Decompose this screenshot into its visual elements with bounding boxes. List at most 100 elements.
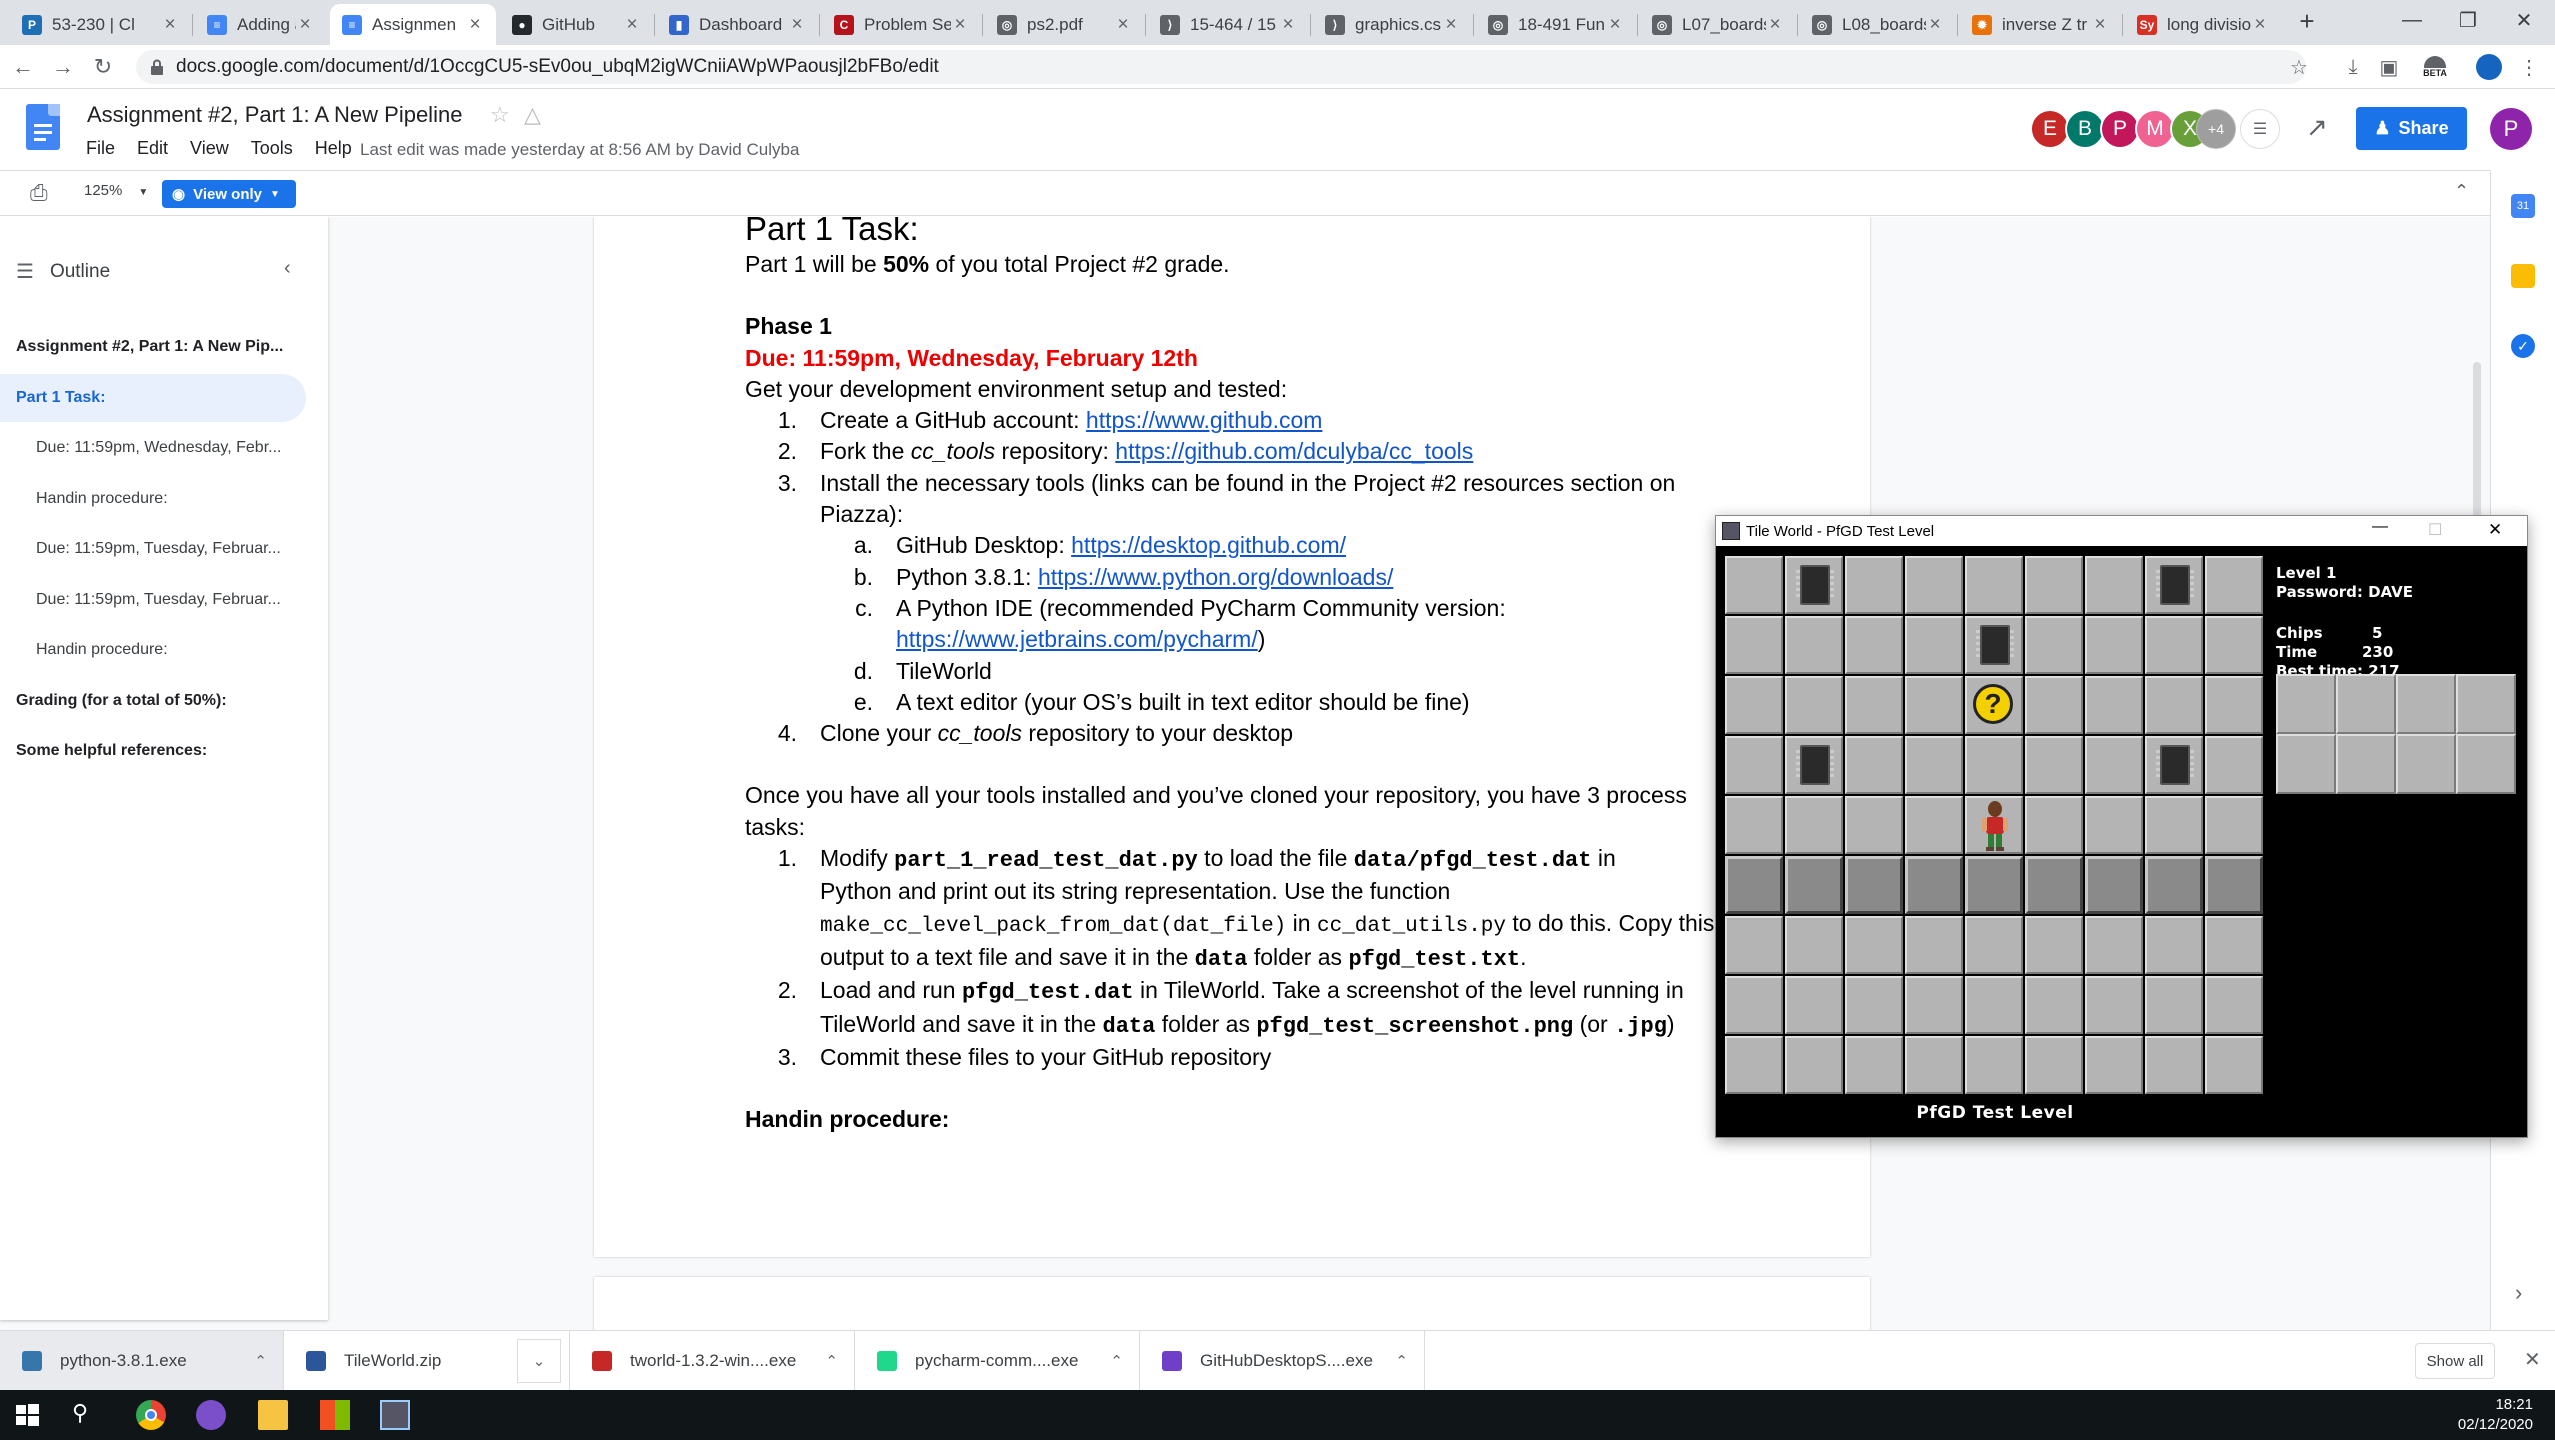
minimize-window-button[interactable]: — — [2384, 0, 2440, 40]
minimize-icon[interactable]: — — [2372, 518, 2388, 536]
github-link[interactable]: https://www.github.com — [1086, 407, 1323, 433]
chevron-up-icon[interactable]: ⌃ — [254, 1352, 267, 1370]
tab-close-icon[interactable]: × — [788, 14, 806, 36]
pycharm-link[interactable]: https://www.jetbrains.com/pycharm/ — [896, 626, 1258, 652]
tab-close-icon[interactable]: × — [466, 14, 484, 36]
browser-tab[interactable]: ◎ 18-491 Fun × — [1476, 4, 1636, 45]
tileworld-titlebar[interactable]: Tile World - PfGD Test Level — ☐ ✕ — [1716, 516, 2527, 546]
browser-tab[interactable]: ≡ Assignmen × — [330, 4, 496, 45]
forward-button[interactable]: → — [48, 52, 78, 82]
expand-panel-icon[interactable]: › — [2515, 1280, 2522, 1306]
download-item[interactable]: tworld-1.3.2-win....exe ⌃ — [570, 1331, 855, 1391]
extension-beta-icon[interactable]: BETA — [2418, 54, 2452, 80]
browser-tab[interactable]: ◎ L08_boards × — [1800, 4, 1956, 45]
python-link[interactable]: https://www.python.org/downloads/ — [1038, 564, 1393, 590]
collaborator-avatar[interactable]: P — [2100, 109, 2140, 149]
tasks-icon[interactable]: ✓ — [2511, 334, 2535, 358]
tab-close-icon[interactable]: × — [2251, 14, 2269, 36]
tab-close-icon[interactable]: × — [2091, 14, 2109, 36]
tab-close-icon[interactable]: × — [1279, 14, 1297, 36]
keep-icon[interactable] — [2511, 264, 2535, 288]
chrome-icon[interactable] — [136, 1400, 166, 1430]
tileworld-game-area[interactable]: ? Level 1 Password: DAVE Chips 5 Time 230 … — [1716, 546, 2527, 1137]
print-icon[interactable]: ⎙ — [30, 180, 48, 206]
share-button[interactable]: ♟ Share — [2356, 107, 2467, 150]
account-avatar[interactable]: P — [2490, 108, 2532, 150]
tileworld-window[interactable]: Tile World - PfGD Test Level — ☐ ✕ ? Lev… — [1715, 515, 2528, 1138]
tab-close-icon[interactable]: × — [1442, 14, 1460, 36]
close-icon[interactable]: ✕ — [2488, 520, 2502, 540]
tab-close-icon[interactable]: × — [623, 14, 641, 36]
comments-icon[interactable]: ☰ — [2240, 109, 2280, 149]
new-tab-button[interactable]: + — [2292, 6, 2322, 36]
outline-item[interactable]: Due: 11:59pm, Tuesday, Februar... — [0, 525, 306, 573]
menu-item[interactable]: File — [86, 138, 115, 159]
menu-item[interactable]: Help — [315, 138, 352, 159]
menu-item[interactable]: Edit — [137, 138, 168, 159]
browser-tab[interactable]: P 53-230 | Cl × — [10, 4, 191, 45]
browser-menu-icon[interactable]: ⋮ — [2516, 54, 2542, 80]
cc-tools-link[interactable]: https://github.com/dculyba/cc_tools — [1115, 438, 1473, 464]
calendar-icon[interactable]: 31 — [2511, 194, 2535, 218]
profile-icon[interactable] — [2476, 54, 2502, 80]
browser-tab[interactable]: ● GitHub × — [500, 4, 653, 45]
collaborator-avatar[interactable]: M — [2135, 109, 2175, 149]
close-window-button[interactable]: ✕ — [2496, 0, 2552, 40]
address-bar[interactable]: docs.google.com/document/d/1OccgCU5-sEv0… — [136, 50, 2306, 84]
outline-item[interactable]: Due: 11:59pm, Wednesday, Febr... — [0, 424, 306, 472]
move-to-drive-icon[interactable]: △ — [524, 102, 541, 128]
back-button[interactable]: ← — [8, 52, 38, 82]
download-item[interactable]: GitHubDesktopS....exe ⌃ — [1140, 1331, 1425, 1391]
docs-logo-icon[interactable] — [26, 104, 60, 150]
download-item[interactable]: pycharm-comm....exe ⌃ — [855, 1331, 1140, 1391]
last-edit-text[interactable]: Last edit was made yesterday at 8:56 AM … — [360, 140, 799, 160]
show-all-downloads-button[interactable]: Show all — [2415, 1343, 2495, 1379]
browser-tab[interactable]: ✹ inverse Z tr × — [1960, 4, 2121, 45]
browser-tab[interactable]: ⟩ graphics.cs × — [1313, 4, 1472, 45]
browser-tab[interactable]: ⟩ 15-464 / 15 × — [1148, 4, 1309, 45]
outline-item[interactable]: Some helpful references: — [0, 727, 306, 775]
outline-item[interactable]: Handin procedure: — [0, 626, 306, 674]
store-app-icon[interactable] — [320, 1400, 350, 1430]
cast-icon[interactable]: ▣ — [2376, 54, 2402, 80]
tab-close-icon[interactable]: × — [1766, 14, 1784, 36]
restore-window-button[interactable]: ❐ — [2440, 0, 2496, 40]
reload-button[interactable]: ↻ — [88, 52, 118, 82]
chevron-up-icon[interactable]: ⌃ — [825, 1352, 838, 1370]
bookmark-star-icon[interactable]: ☆ — [2286, 54, 2312, 80]
tileworld-taskbar-icon[interactable] — [380, 1400, 410, 1430]
browser-tab[interactable]: C Problem Se × — [822, 4, 981, 45]
outline-item[interactable]: Grading (for a total of 50%): — [0, 677, 306, 725]
game-board[interactable]: ? — [1725, 556, 2265, 1096]
browser-tab[interactable]: ≡ Adding a N× — [195, 4, 326, 45]
media-app-icon[interactable] — [196, 1400, 226, 1430]
chevron-up-icon[interactable]: ⌃ — [1110, 1352, 1123, 1370]
outline-item[interactable]: Handin procedure: — [0, 475, 306, 523]
download-icon[interactable]: ⤓ — [2340, 54, 2366, 80]
outline-item[interactable]: Part 1 Task: — [0, 373, 306, 422]
collaborator-avatar[interactable]: E — [2030, 109, 2070, 149]
tab-close-icon[interactable]: × — [1114, 14, 1132, 36]
close-downloads-icon[interactable]: ✕ — [2524, 1347, 2541, 1372]
system-clock[interactable]: 18:21 02/12/2020 — [2458, 1395, 2533, 1435]
zoom-select[interactable]: 125% ▼ — [84, 182, 148, 199]
menu-item[interactable]: Tools — [251, 138, 293, 159]
collapse-menus-icon[interactable]: ⌃ — [2454, 181, 2469, 202]
menu-item[interactable]: View — [190, 138, 229, 159]
github-desktop-link[interactable]: https://desktop.github.com/ — [1071, 532, 1346, 558]
search-icon[interactable]: ⚲ — [72, 1400, 102, 1430]
tab-close-icon[interactable]: × — [951, 14, 969, 36]
close-outline-icon[interactable]: ‹ — [284, 257, 291, 280]
tab-close-icon[interactable]: × — [1926, 14, 1944, 36]
outline-item[interactable]: Assignment #2, Part 1: A New Pip... — [0, 323, 306, 371]
collaborator-avatar[interactable]: B — [2065, 109, 2105, 149]
outline-item[interactable]: Due: 11:59pm, Tuesday, Februar... — [0, 576, 306, 624]
download-item[interactable]: python-3.8.1.exe ⌃ — [0, 1331, 284, 1391]
activity-trend-icon[interactable]: ↗ — [2306, 112, 2328, 143]
chevron-down-icon[interactable]: ⌄ — [517, 1339, 561, 1383]
tab-close-icon[interactable]: × — [1606, 14, 1624, 36]
browser-tab[interactable]: ◎ L07_boards × — [1640, 4, 1796, 45]
browser-tab[interactable]: ▮ Dashboard × — [657, 4, 818, 45]
browser-tab[interactable]: Sy long divisio × — [2125, 4, 2281, 45]
browser-tab[interactable]: ◎ ps2.pdf × — [985, 4, 1144, 45]
